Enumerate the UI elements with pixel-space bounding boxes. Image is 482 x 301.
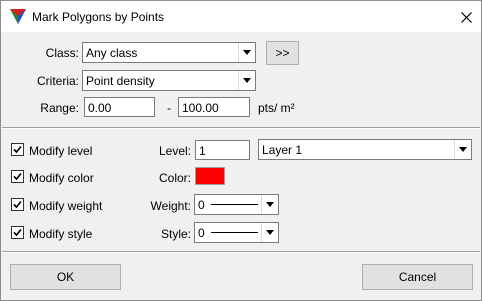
divider — [2, 127, 480, 129]
title-bar: Mark Polygons by Points — [1, 1, 481, 32]
style-label: Style: — [160, 227, 191, 241]
weight-dropdown-value: 0 — [198, 198, 205, 212]
dialog-title: Mark Polygons by Points — [32, 10, 165, 24]
checkmark-icon — [13, 228, 22, 237]
modify-level-checkbox[interactable] — [11, 143, 24, 156]
level-input[interactable]: 1 — [195, 140, 250, 160]
level-label: Level: — [158, 144, 191, 158]
range-min-value: 0.00 — [88, 101, 112, 115]
modify-color-label: Modify color — [29, 171, 94, 185]
criteria-dropdown[interactable]: Point density — [82, 70, 256, 91]
range-min-input[interactable]: 0.00 — [84, 97, 155, 117]
range-label: Range: — [40, 101, 79, 115]
chevron-down-icon — [261, 195, 278, 214]
level-value: 1 — [199, 144, 206, 158]
chevron-down-icon — [454, 140, 471, 159]
chevron-down-icon — [238, 71, 255, 90]
criteria-dropdown-value: Point density — [86, 74, 155, 88]
modify-style-label: Modify style — [29, 227, 93, 241]
class-label: Class: — [45, 46, 79, 60]
class-dropdown[interactable]: Any class — [82, 42, 256, 63]
modify-weight-label: Modify weight — [29, 199, 103, 213]
divider — [2, 251, 480, 253]
checkmark-icon — [13, 200, 22, 209]
range-max-value: 100.00 — [182, 101, 219, 115]
style-line-preview — [211, 232, 258, 233]
color-swatch-button[interactable] — [195, 167, 225, 185]
modify-level-label: Modify level — [29, 144, 93, 158]
layer-dropdown-value: Layer 1 — [262, 143, 303, 157]
layer-dropdown[interactable]: Layer 1 — [258, 139, 472, 160]
chevron-down-icon — [261, 223, 278, 242]
mark-polygons-dialog: Mark Polygons by Points Class: Any class… — [0, 0, 482, 301]
style-dropdown[interactable]: 0 — [194, 222, 279, 243]
modify-color-checkbox[interactable] — [11, 170, 24, 183]
range-separator: - — [167, 101, 171, 115]
close-icon — [460, 11, 472, 23]
range-unit: pts/ m² — [258, 101, 295, 115]
weight-line-preview — [211, 204, 258, 205]
close-button[interactable] — [453, 5, 479, 29]
checkmark-icon — [13, 172, 22, 181]
criteria-label: Criteria: — [36, 74, 79, 88]
cancel-button[interactable]: Cancel — [362, 264, 473, 290]
class-browse-button[interactable]: >> — [266, 41, 299, 65]
class-dropdown-value: Any class — [86, 46, 138, 60]
color-label: Color: — [158, 171, 191, 185]
style-dropdown-value: 0 — [198, 226, 205, 240]
ok-button[interactable]: OK — [10, 264, 121, 290]
weight-label: Weight: — [150, 199, 191, 213]
terrasolid-tricolor-icon — [10, 9, 26, 24]
chevron-down-icon — [238, 43, 255, 62]
modify-weight-checkbox[interactable] — [11, 198, 24, 211]
modify-style-checkbox[interactable] — [11, 226, 24, 239]
range-max-input[interactable]: 100.00 — [178, 97, 250, 117]
weight-dropdown[interactable]: 0 — [194, 194, 279, 215]
checkmark-icon — [13, 145, 22, 154]
